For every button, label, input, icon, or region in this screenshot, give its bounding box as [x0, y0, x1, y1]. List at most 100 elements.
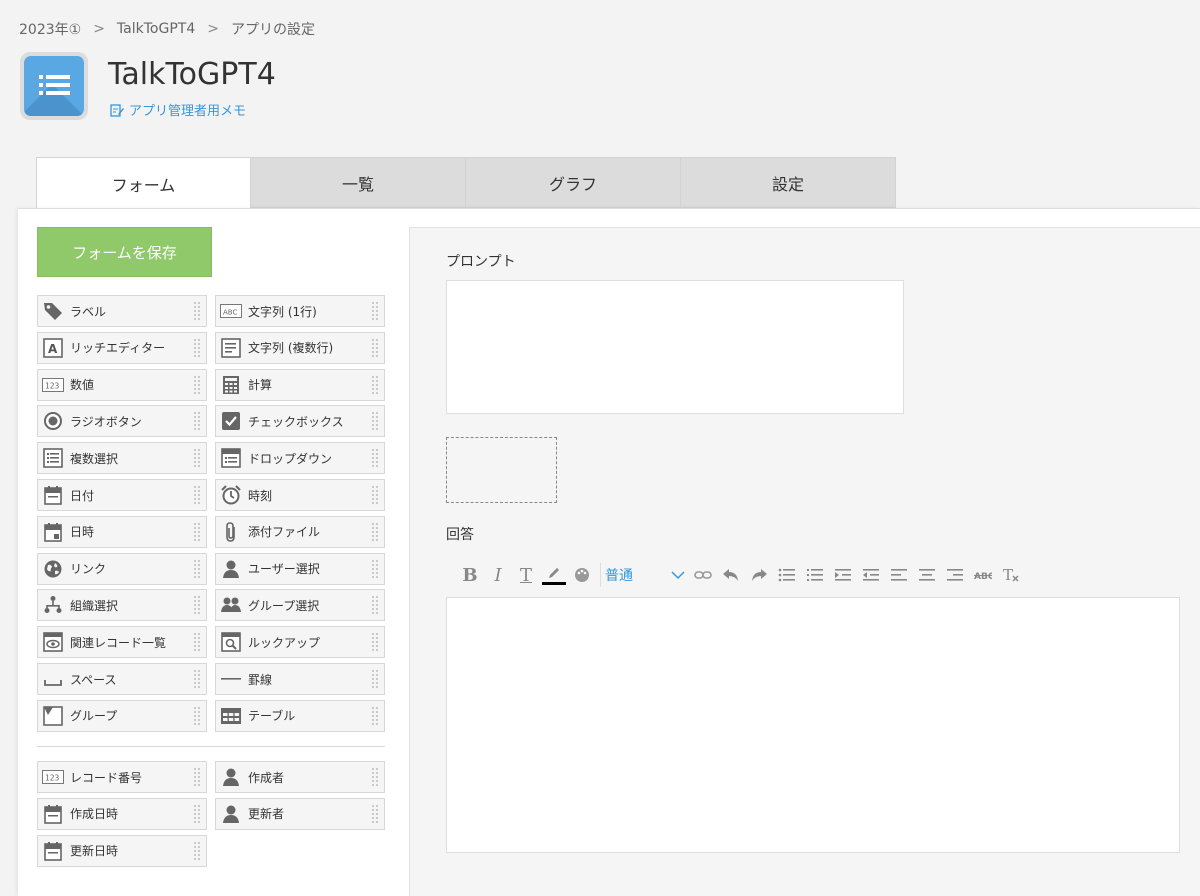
palette-item-calendar[interactable]: 更新日時: [37, 834, 207, 867]
tab-graph[interactable]: グラフ: [466, 157, 681, 208]
drag-handle-icon[interactable]: [193, 411, 201, 432]
drag-handle-icon[interactable]: [193, 669, 201, 689]
drag-handle-icon[interactable]: [193, 301, 201, 321]
undo-icon[interactable]: [717, 561, 745, 589]
drag-handle-icon[interactable]: [371, 632, 379, 653]
checkbox-icon: [220, 410, 242, 432]
palette-item-line[interactable]: 罫線: [215, 663, 385, 695]
palette-item-label: 計算: [248, 378, 273, 393]
drag-handle-icon[interactable]: [371, 705, 379, 726]
palette-item-user[interactable]: ユーザー選択: [215, 552, 385, 585]
drag-handle-icon[interactable]: [193, 558, 201, 579]
tab-form[interactable]: フォーム: [36, 157, 251, 209]
align-center-icon[interactable]: [913, 561, 941, 589]
palette-item-group[interactable]: グループ選択: [215, 589, 385, 622]
palette-item-tag[interactable]: ラベル: [37, 295, 207, 327]
drag-handle-icon[interactable]: [193, 337, 201, 358]
palette-item-user[interactable]: 作成者: [215, 761, 385, 793]
palette-item-globe[interactable]: リンク: [37, 552, 207, 585]
palette-item-multiline-text[interactable]: 文字列 (複数行): [215, 331, 385, 364]
drag-handle-icon[interactable]: [371, 521, 379, 542]
app-title: TalkToGPT4: [108, 57, 276, 92]
drag-handle-icon[interactable]: [193, 632, 201, 653]
palette-divider: [37, 746, 385, 747]
underline-icon[interactable]: T: [512, 561, 540, 589]
align-right-icon[interactable]: [941, 561, 969, 589]
palette-item-label: ラジオボタン: [70, 414, 142, 429]
bold-icon[interactable]: B: [456, 561, 484, 589]
strikethrough-icon[interactable]: ABC: [969, 561, 997, 589]
drag-handle-icon[interactable]: [193, 803, 201, 824]
drag-handle-icon[interactable]: [193, 705, 201, 726]
palette-item-group-folder[interactable]: グループ: [37, 699, 207, 732]
drag-handle-icon[interactable]: [371, 803, 379, 824]
tab-list[interactable]: 一覧: [251, 157, 466, 208]
drag-handle-icon[interactable]: [371, 485, 379, 505]
breadcrumb-separator: >: [207, 21, 219, 37]
drag-handle-icon[interactable]: [193, 767, 201, 787]
svg-text:123: 123: [45, 381, 60, 390]
palette-item-alarm-clock[interactable]: 時刻: [215, 479, 385, 511]
drag-handle-icon[interactable]: [193, 448, 201, 469]
palette-item-number[interactable]: 123 レコード番号: [37, 761, 207, 793]
drag-handle-icon[interactable]: [371, 669, 379, 689]
tab-settings[interactable]: 設定: [681, 157, 896, 208]
palette-item-rich-editor[interactable]: A リッチエディター: [37, 331, 207, 364]
drag-handle-icon[interactable]: [371, 767, 379, 787]
palette-item-calendar[interactable]: 日付: [37, 479, 207, 511]
drag-handle-icon[interactable]: [193, 485, 201, 505]
palette-item-checkbox[interactable]: チェックボックス: [215, 405, 385, 438]
palette-item-label: 罫線: [248, 672, 273, 687]
palette-item-calculator[interactable]: 計算: [215, 368, 385, 401]
breadcrumb-item-space[interactable]: 2023年①: [19, 19, 81, 39]
palette-item-lookup[interactable]: ルックアップ: [215, 626, 385, 659]
drag-handle-icon[interactable]: [193, 840, 201, 861]
drag-handle-icon[interactable]: [371, 301, 379, 321]
drag-handle-icon[interactable]: [193, 595, 201, 616]
save-form-button[interactable]: フォームを保存: [37, 227, 212, 277]
text-color-icon[interactable]: [540, 561, 568, 589]
palette-item-radio[interactable]: ラジオボタン: [37, 405, 207, 438]
palette-item-label: リンク: [70, 562, 107, 577]
font-size-select[interactable]: 普通: [600, 563, 689, 587]
prompt-text-field[interactable]: [446, 280, 904, 414]
app-admin-memo-link[interactable]: アプリ管理者用メモ: [110, 100, 246, 119]
palette-item-paperclip[interactable]: 添付ファイル: [215, 515, 385, 548]
drag-handle-icon[interactable]: [371, 558, 379, 579]
numbered-list-icon[interactable]: [801, 561, 829, 589]
bullet-list-icon[interactable]: [773, 561, 801, 589]
outdent-icon[interactable]: [857, 561, 885, 589]
palette-item-calendar-time[interactable]: 日時: [37, 515, 207, 548]
drag-handle-icon[interactable]: [371, 595, 379, 616]
drag-handle-icon[interactable]: [371, 448, 379, 469]
palette-item-abc[interactable]: ABC 文字列 (1行): [215, 295, 385, 327]
palette-item-number[interactable]: 123 数値: [37, 368, 207, 401]
align-left-icon[interactable]: [885, 561, 913, 589]
palette-item-org-chart[interactable]: 組織選択: [37, 589, 207, 622]
palette-item-calendar[interactable]: 作成日時: [37, 797, 207, 830]
space-field[interactable]: [446, 437, 557, 503]
palette-item-related-records[interactable]: 関連レコード一覧: [37, 626, 207, 659]
prompt-field-label: プロンプト: [446, 254, 516, 270]
palette-item-multi-select[interactable]: 複数選択: [37, 442, 207, 475]
palette-item-user[interactable]: 更新者: [215, 797, 385, 830]
palette-item-table[interactable]: テーブル: [215, 699, 385, 732]
palette-item-space[interactable]: スペース: [37, 663, 207, 695]
multi-select-icon: [42, 447, 64, 469]
drag-handle-icon[interactable]: [371, 374, 379, 395]
breadcrumb-item-app[interactable]: TalkToGPT4: [117, 21, 195, 37]
background-color-icon[interactable]: [568, 561, 596, 589]
drag-handle-icon[interactable]: [193, 374, 201, 395]
clear-format-icon[interactable]: T: [997, 561, 1025, 589]
indent-icon[interactable]: [829, 561, 857, 589]
multiline-text-icon: [220, 337, 242, 359]
italic-icon[interactable]: I: [484, 561, 512, 589]
drag-handle-icon[interactable]: [193, 521, 201, 542]
drag-handle-icon[interactable]: [371, 337, 379, 358]
redo-icon[interactable]: [745, 561, 773, 589]
palette-item-label: 更新者: [248, 807, 285, 822]
drag-handle-icon[interactable]: [371, 411, 379, 432]
palette-item-dropdown[interactable]: ドロップダウン: [215, 442, 385, 475]
answer-rich-text-field[interactable]: [446, 597, 1180, 853]
link-icon[interactable]: [689, 561, 717, 589]
